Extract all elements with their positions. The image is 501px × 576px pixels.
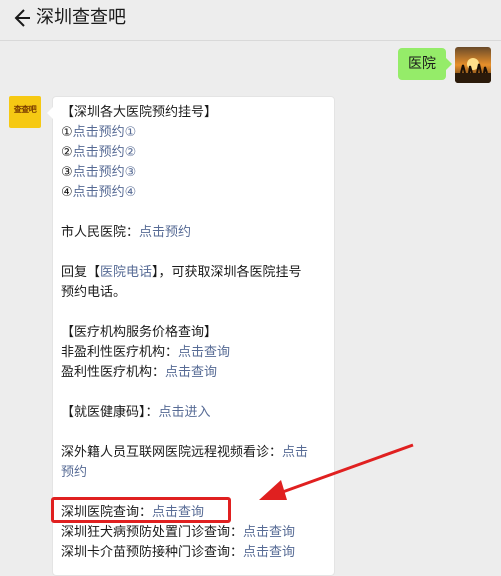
foreign-telemed-link-cont[interactable]: 预约 [61,465,87,480]
back-arrow-icon[interactable] [9,6,33,30]
nonprofit-row: 非盈利性医疗机构：点击查询 [61,343,326,363]
annotation-arrow-icon [259,443,414,500]
city-hospital-label: 市人民医院： [61,225,140,240]
official-account-avatar[interactable]: 查查吧 [9,96,41,128]
top-bar: 深圳查查吧 [0,0,501,41]
bcg-label: 深圳卡介苗预防接种门诊查询： [61,545,244,560]
item-number: ③ [61,165,73,180]
city-hospital-row: 市人民医院：点击预约 [61,223,326,243]
my-avatar[interactable] [455,47,491,83]
hospital-phone-link[interactable]: 医院电话 [100,265,152,280]
reply-prefix: 回复【 [61,265,101,280]
profit-row: 盈利性医疗机构：点击查询 [61,363,326,383]
avatar-logo-text: 查查吧 [13,105,37,114]
section-title: 【深圳各大医院预约挂号】 [61,105,218,120]
health-code-link[interactable]: 点击进入 [159,405,211,420]
list-item: ②点击预约② [61,143,326,163]
list-item: ③点击预约③ [61,163,326,183]
item-number: ② [61,145,73,160]
book-link-4[interactable]: 点击预约④ [73,185,137,200]
rabies-query-link[interactable]: 点击查询 [243,525,295,540]
my-message-bubble[interactable]: 医院 [398,48,452,80]
book-link-2[interactable]: 点击预约② [73,145,137,160]
item-number: ① [61,125,73,140]
item-number: ④ [61,185,73,200]
reply-suffix: 】，可获取深圳各医院挂号 [152,265,302,280]
highlight-box [51,497,231,523]
rabies-row: 深圳狂犬病预防处置门诊查询：点击查询 [61,523,326,543]
chat-title: 深圳查查吧 [36,7,126,28]
nonprofit-label: 非盈利性医疗机构： [61,345,179,360]
bcg-query-link[interactable]: 点击查询 [243,545,295,560]
book-link-3[interactable]: 点击预约③ [73,165,137,180]
reply-hint-line: 回复【医院电话】，可获取深圳各医院挂号 [61,263,326,283]
price-section-title: 【医疗机构服务价格查询】 [61,325,218,340]
city-hospital-link[interactable]: 点击预约 [139,225,191,240]
health-code-row: 【就医健康码】：点击进入 [61,403,326,423]
profit-query-link[interactable]: 点击查询 [165,365,217,380]
book-link-1[interactable]: 点击预约① [73,125,137,140]
profit-label: 盈利性医疗机构： [61,365,166,380]
foreign-telemed-label: 深外籍人员互联网医院远程视频看诊： [61,445,283,460]
list-item: ④点击预约④ [61,183,326,203]
nonprofit-query-link[interactable]: 点击查询 [178,345,230,360]
list-item: ①点击预约① [61,123,326,143]
reply-hint-line-2: 预约电话。 [61,285,127,300]
health-code-title: 【就医健康码】： [61,405,159,420]
rabies-label: 深圳狂犬病预防处置门诊查询： [61,525,244,540]
bcg-row: 深圳卡介苗预防接种门诊查询：点击查询 [61,543,326,563]
